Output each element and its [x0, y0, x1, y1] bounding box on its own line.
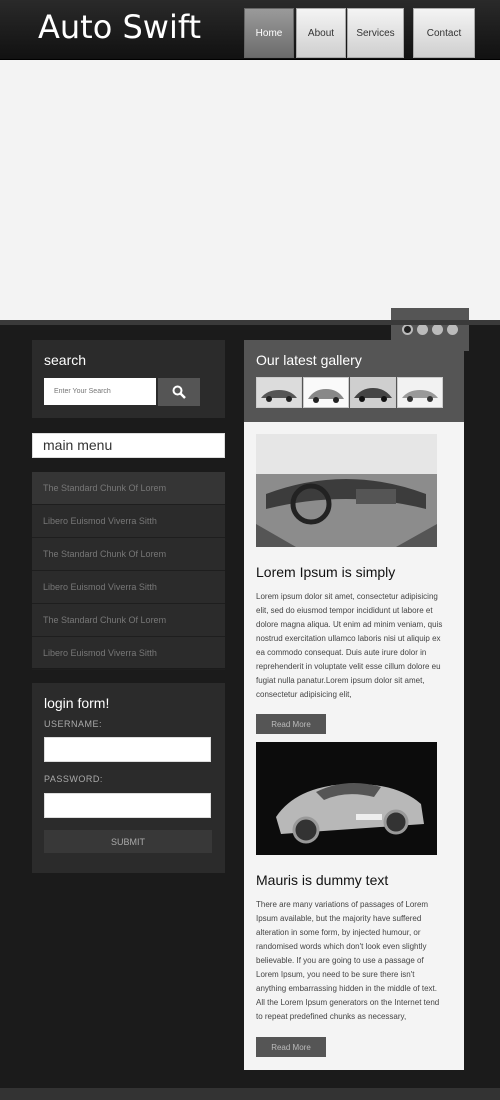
menu-item[interactable]: The Standard Chunk Of Lorem: [32, 472, 225, 505]
slider-dot-4[interactable]: [447, 324, 458, 335]
password-field[interactable]: [44, 793, 211, 818]
main-menu-list: The Standard Chunk Of Lorem Libero Euism…: [32, 472, 225, 670]
slider-dot-3[interactable]: [432, 324, 443, 335]
gallery-panel: Our latest gallery: [244, 340, 464, 422]
read-more-button[interactable]: Read More: [256, 1037, 326, 1057]
gallery-thumb[interactable]: [350, 377, 396, 408]
submit-button[interactable]: SUBMIT: [44, 830, 212, 853]
slider-dot-2[interactable]: [417, 324, 428, 335]
nav-about[interactable]: About: [296, 8, 346, 58]
search-title: search: [44, 352, 87, 368]
site-header: Auto Swift Home About Services Contact: [0, 0, 500, 60]
gallery-thumb[interactable]: [303, 377, 349, 408]
gallery-thumb[interactable]: [256, 377, 302, 408]
car-exterior-image: [256, 742, 437, 855]
search-button[interactable]: [158, 378, 200, 406]
gallery-thumb[interactable]: [397, 377, 443, 408]
search-icon: [172, 385, 186, 399]
article-text: Lorem ipsum dolor sit amet, consectetur …: [256, 592, 443, 699]
username-label: USERNAME:: [44, 719, 103, 729]
nav-home[interactable]: Home: [244, 8, 294, 58]
article-text: There are many variations of passages of…: [256, 900, 440, 1021]
divider-stripe: [0, 320, 500, 325]
hero-banner: [0, 60, 500, 351]
nav-contact[interactable]: Contact: [413, 8, 475, 58]
search-input[interactable]: [44, 378, 156, 405]
read-more-button[interactable]: Read More: [256, 714, 326, 734]
main-menu-title: main menu: [43, 437, 113, 453]
content-column: Lorem Ipsum is simply Lorem ipsum dolor …: [244, 422, 464, 1070]
main-menu-header: main menu: [32, 433, 225, 458]
footer-bar: [0, 1088, 500, 1100]
login-panel: login form! USERNAME: PASSWORD: SUBMIT: [32, 683, 225, 873]
password-label: PASSWORD:: [44, 774, 103, 784]
car-interior-image: [256, 434, 437, 547]
gallery-title: Our latest gallery: [256, 352, 362, 368]
gallery-thumbnails: [256, 377, 443, 408]
menu-item[interactable]: Libero Euismod Viverra Sitth: [32, 637, 225, 670]
menu-item[interactable]: Libero Euismod Viverra Sitth: [32, 571, 225, 604]
login-title: login form!: [44, 695, 110, 711]
menu-item[interactable]: Libero Euismod Viverra Sitth: [32, 505, 225, 538]
article-title: Mauris is dummy text: [256, 872, 389, 888]
article-title: Lorem Ipsum is simply: [256, 564, 396, 580]
main-nav: Home About Services Contact: [244, 8, 479, 58]
nav-services[interactable]: Services: [347, 8, 404, 58]
username-field[interactable]: [44, 737, 211, 762]
search-panel: search: [32, 340, 225, 418]
slider-dot-1[interactable]: [402, 324, 413, 335]
site-logo[interactable]: Auto Swift: [38, 8, 201, 46]
menu-item[interactable]: The Standard Chunk Of Lorem: [32, 538, 225, 571]
menu-item[interactable]: The Standard Chunk Of Lorem: [32, 604, 225, 637]
